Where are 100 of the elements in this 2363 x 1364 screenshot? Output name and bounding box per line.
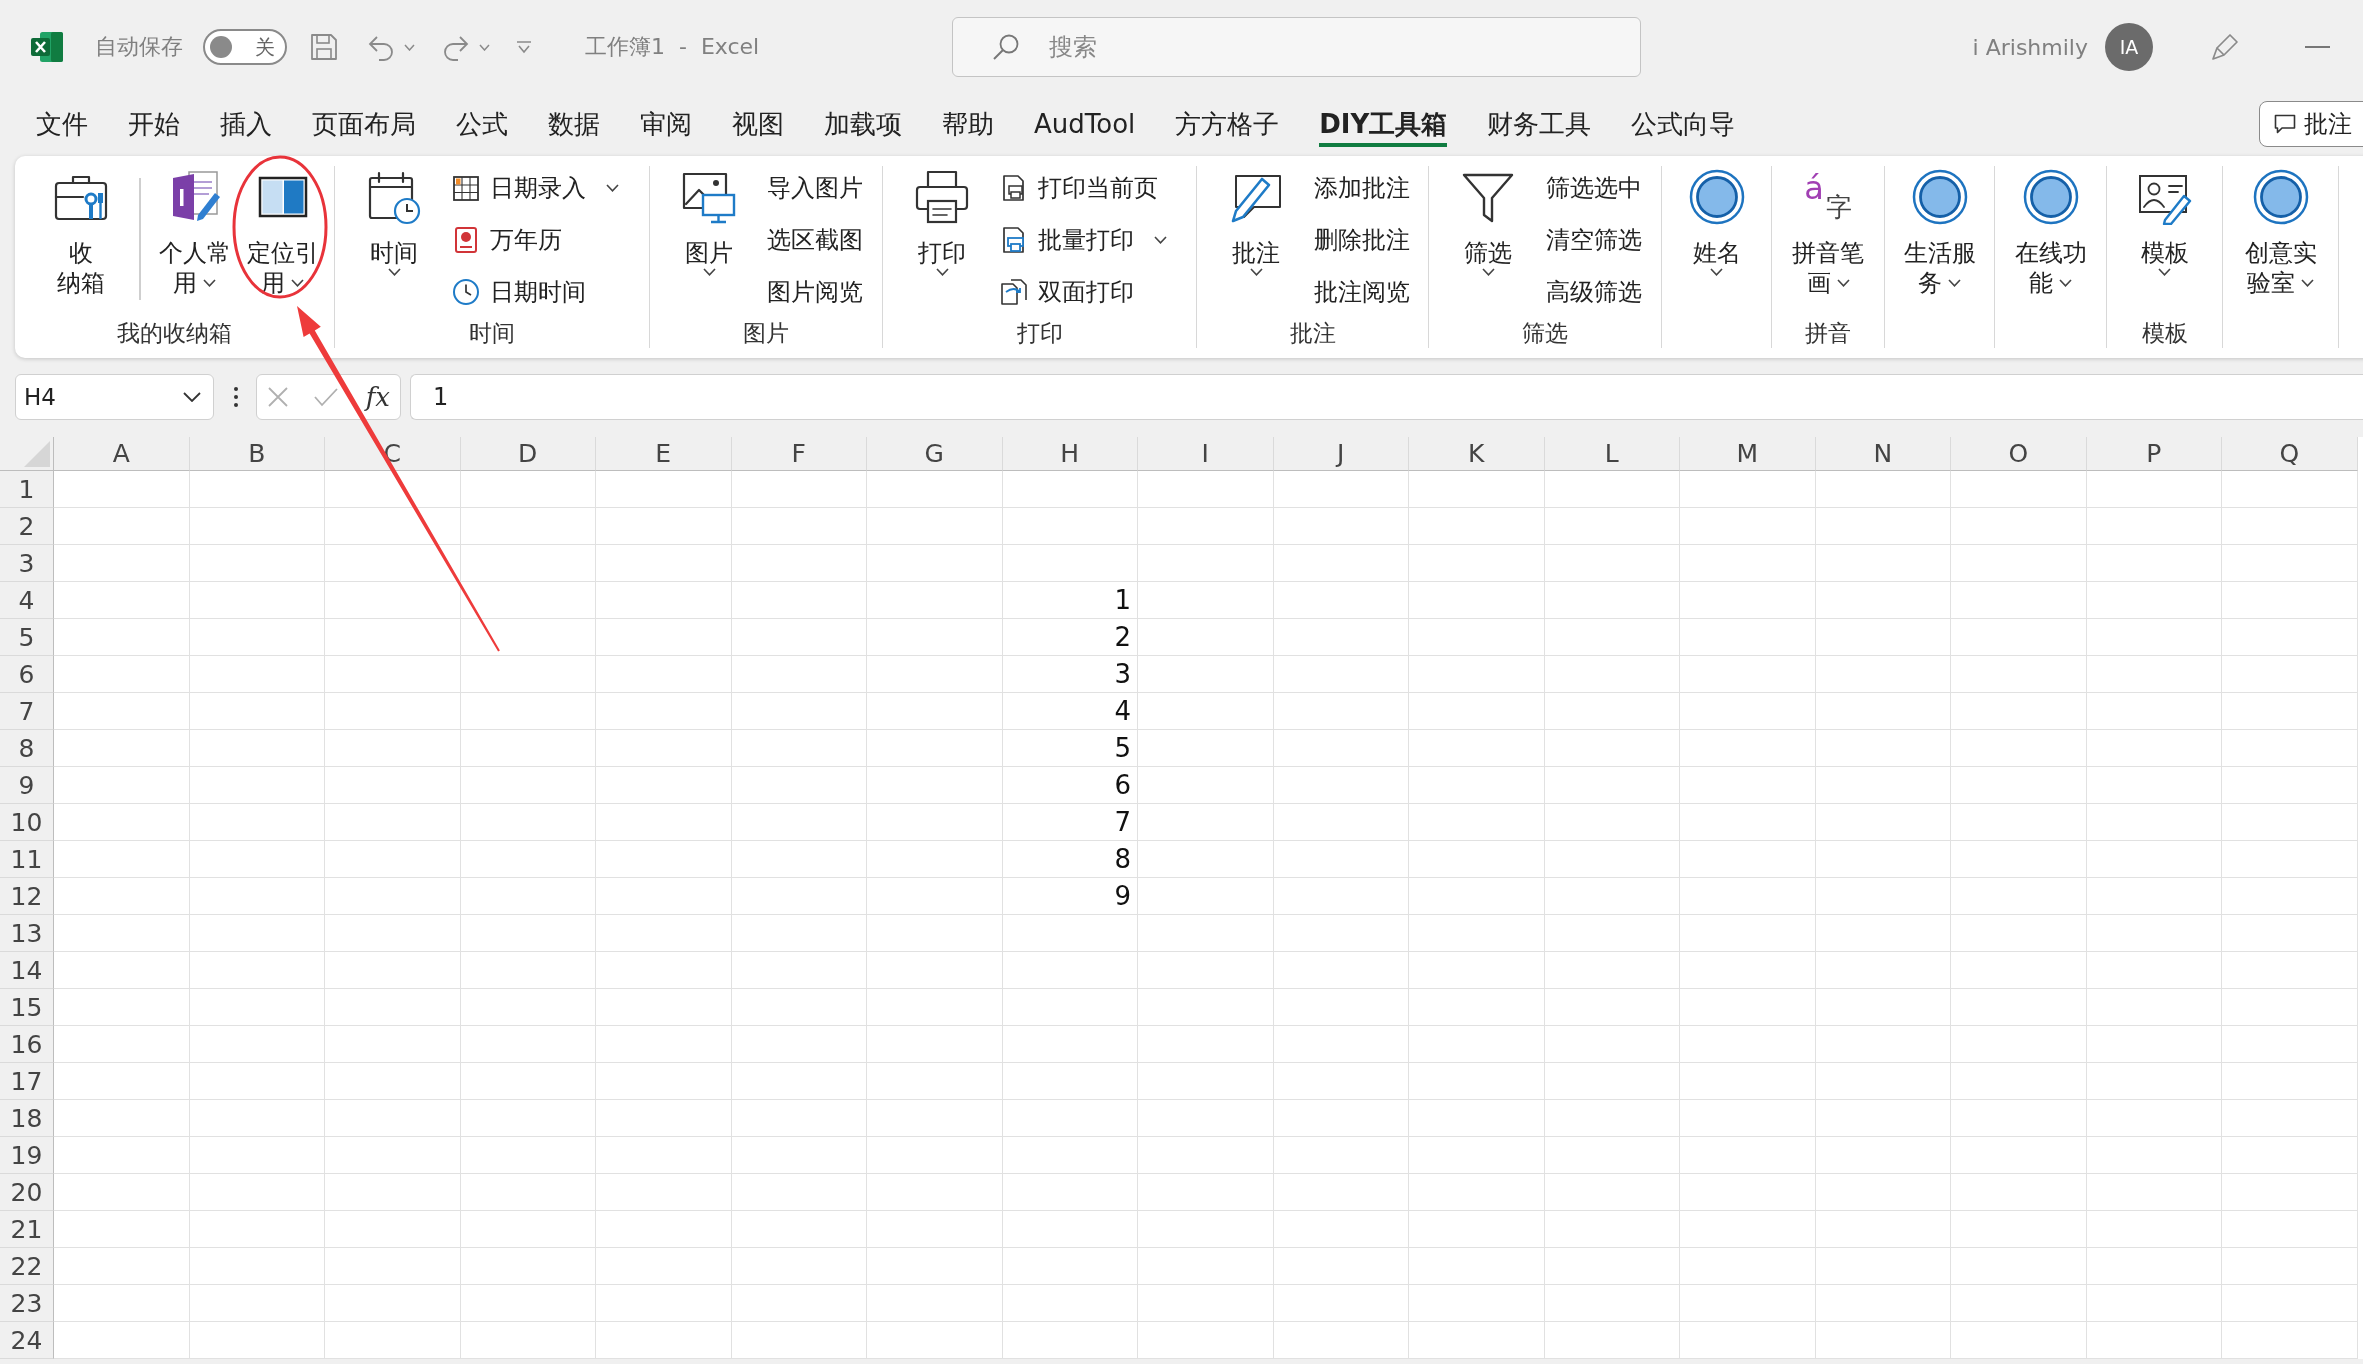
brush-icon[interactable] bbox=[2210, 32, 2240, 62]
column-header[interactable]: D bbox=[460, 437, 596, 471]
ribbon-button[interactable]: 日期时间 bbox=[448, 272, 623, 312]
ribbon-button[interactable]: 模板 bbox=[2122, 166, 2207, 278]
column-header[interactable]: G bbox=[867, 437, 1003, 471]
insert-function-button[interactable]: fx bbox=[363, 382, 392, 412]
column-header[interactable]: A bbox=[54, 437, 190, 471]
ribbon-button[interactable]: 在线功 能 bbox=[2008, 166, 2093, 300]
undo-icon[interactable] bbox=[367, 33, 395, 61]
user-avatar[interactable]: IA bbox=[2105, 23, 2153, 71]
ribbon-button[interactable]: 图片阅览 bbox=[763, 272, 867, 312]
column-header[interactable]: L bbox=[1544, 437, 1680, 471]
row-header[interactable]: 23 bbox=[0, 1285, 54, 1322]
menu-tab[interactable]: 开始 bbox=[128, 101, 180, 147]
row-header[interactable]: 21 bbox=[0, 1211, 54, 1248]
row-header[interactable]: 12 bbox=[0, 878, 54, 915]
row-header[interactable]: 19 bbox=[0, 1137, 54, 1174]
group-label: 我的收纳箱 bbox=[117, 319, 232, 348]
comments-button[interactable]: 批注 bbox=[2259, 101, 2363, 147]
ribbon-button[interactable]: 筛选 bbox=[1446, 166, 1530, 278]
row-header[interactable]: 20 bbox=[0, 1174, 54, 1211]
menu-tab[interactable]: 财务工具 bbox=[1487, 101, 1592, 147]
row-header[interactable]: 6 bbox=[0, 656, 54, 693]
row-header[interactable]: 13 bbox=[0, 915, 54, 952]
column-header[interactable]: H bbox=[1002, 437, 1138, 471]
redo-icon[interactable] bbox=[442, 33, 470, 61]
column-header[interactable]: K bbox=[1409, 437, 1545, 471]
menu-tab[interactable]: 公式向导 bbox=[1631, 101, 1736, 147]
menu-tab[interactable]: 数据 bbox=[548, 101, 600, 147]
menu-tab[interactable]: 加载项 bbox=[824, 101, 902, 147]
caret-icon[interactable] bbox=[404, 43, 415, 51]
ribbon-button[interactable]: 清空筛选 bbox=[1542, 220, 1646, 260]
row-header[interactable]: 9 bbox=[0, 767, 54, 804]
ribbon-button[interactable]: 筛选选中 bbox=[1542, 168, 1646, 208]
row-header[interactable]: 16 bbox=[0, 1026, 54, 1063]
menu-tab[interactable]: 公式 bbox=[456, 101, 508, 147]
ribbon-button[interactable]: 收 纳箱 bbox=[39, 166, 123, 300]
column-header[interactable]: M bbox=[1680, 437, 1816, 471]
row-header[interactable]: 11 bbox=[0, 841, 54, 878]
menu-tab[interactable]: DIY工具箱 bbox=[1319, 101, 1448, 147]
caret-icon[interactable] bbox=[479, 43, 490, 51]
search-field[interactable]: 搜索 bbox=[952, 17, 1641, 77]
menu-tab[interactable]: 页面布局 bbox=[312, 101, 416, 147]
ribbon-button[interactable]: 创意实 验室 bbox=[2238, 166, 2323, 300]
ribbon-button[interactable]: 打印当前页 bbox=[996, 168, 1171, 208]
ribbon-button[interactable]: 生活服 务 bbox=[1897, 166, 1982, 300]
row-header[interactable]: 1 bbox=[0, 471, 54, 508]
row-header[interactable]: 14 bbox=[0, 952, 54, 989]
ribbon-button[interactable]: 批量打印 bbox=[996, 220, 1171, 260]
row-header[interactable]: 24 bbox=[0, 1322, 54, 1359]
menu-tab[interactable]: 视图 bbox=[732, 101, 784, 147]
menu-tab[interactable]: 帮助 bbox=[942, 101, 994, 147]
autosave-label: 自动保存 bbox=[95, 33, 183, 61]
column-header[interactable]: B bbox=[189, 437, 325, 471]
column-header[interactable]: N bbox=[1815, 437, 1951, 471]
ribbon-button[interactable]: 万年历 bbox=[448, 220, 623, 260]
ribbon-button[interactable]: 添加批注 bbox=[1310, 168, 1414, 208]
menu-tab[interactable]: 审阅 bbox=[640, 101, 692, 147]
ribbon-button[interactable]: 定位引 用 bbox=[240, 166, 325, 300]
column-header[interactable]: P bbox=[2086, 437, 2222, 471]
more-options-icon[interactable] bbox=[234, 387, 238, 407]
row-header[interactable]: 22 bbox=[0, 1248, 54, 1285]
row-header[interactable]: 17 bbox=[0, 1063, 54, 1100]
menu-tab[interactable]: 文件 bbox=[36, 101, 88, 147]
row-header[interactable]: 7 bbox=[0, 693, 54, 730]
column-header[interactable]: J bbox=[1273, 437, 1409, 471]
ribbon-button[interactable]: 姓名 bbox=[1674, 166, 1759, 278]
ribbon-button[interactable]: 时间 bbox=[352, 166, 436, 278]
menu-tab[interactable]: AudTool bbox=[1034, 101, 1136, 147]
autosave-switch[interactable]: 关 bbox=[203, 29, 287, 65]
column-header[interactable]: E bbox=[596, 437, 732, 471]
ribbon-button[interactable]: 个人常 用 bbox=[152, 166, 237, 300]
ribbon-button[interactable]: 删除批注 bbox=[1310, 220, 1414, 260]
menu-tab[interactable]: 插入 bbox=[220, 101, 272, 147]
ribbon-button[interactable]: 高级筛选 bbox=[1542, 272, 1646, 312]
row-header[interactable]: 8 bbox=[0, 730, 54, 767]
ribbon-button[interactable]: 图片 bbox=[667, 166, 751, 278]
column-header[interactable]: Q bbox=[2222, 437, 2358, 471]
ribbon-button[interactable]: 双面打印 bbox=[996, 272, 1171, 312]
name-box[interactable]: H4 bbox=[15, 374, 214, 420]
row-header[interactable]: 10 bbox=[0, 804, 54, 841]
row-header[interactable]: 5 bbox=[0, 619, 54, 656]
ribbon-button[interactable]: 日期录入 bbox=[448, 168, 623, 208]
ribbon-button[interactable]: 打印 bbox=[900, 166, 984, 278]
customize-toolbar-icon[interactable] bbox=[516, 40, 532, 54]
row-header[interactable]: 4 bbox=[0, 582, 54, 619]
ribbon-button[interactable]: 选区截图 bbox=[763, 220, 867, 260]
ribbon-button[interactable]: 导入图片 bbox=[763, 168, 867, 208]
row-header[interactable]: 18 bbox=[0, 1100, 54, 1137]
ribbon-button[interactable]: 批注阅览 bbox=[1310, 272, 1414, 312]
column-header[interactable]: I bbox=[1138, 437, 1274, 471]
menu-tab[interactable]: 方方格子 bbox=[1175, 101, 1280, 147]
column-header[interactable]: O bbox=[1951, 437, 2087, 471]
column-header[interactable]: F bbox=[731, 437, 867, 471]
row-header[interactable]: 15 bbox=[0, 989, 54, 1026]
row-header[interactable]: 3 bbox=[0, 545, 54, 582]
formula-field[interactable]: 1 bbox=[410, 374, 2363, 420]
save-icon[interactable] bbox=[309, 32, 339, 62]
ribbon-button[interactable]: 批注 bbox=[1214, 166, 1298, 278]
row-header[interactable]: 2 bbox=[0, 508, 54, 545]
